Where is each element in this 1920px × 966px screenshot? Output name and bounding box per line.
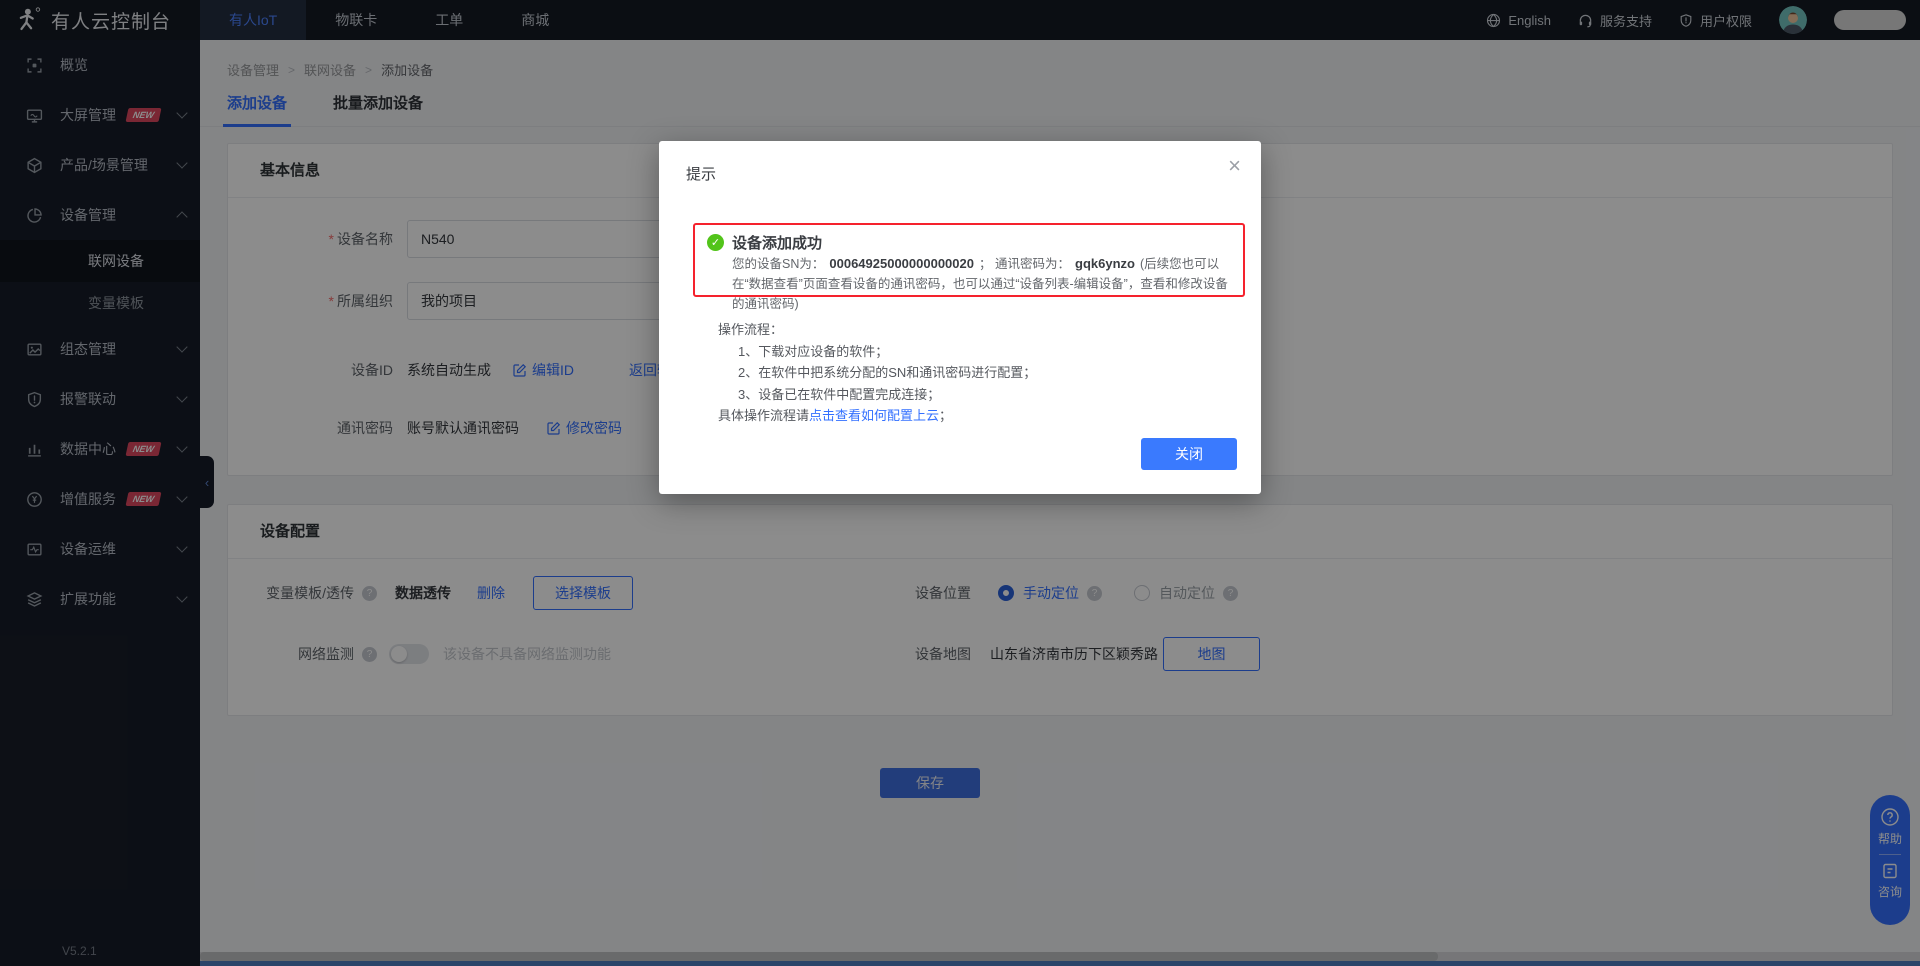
success-title: 设备添加成功	[732, 232, 822, 253]
check-circle-icon: ✓	[707, 234, 724, 251]
device-sn-value: 00064925000000000020	[829, 256, 974, 271]
success-dialog: 提示 × ✓ 设备添加成功 您的设备SN为：000649250000000000…	[659, 141, 1261, 494]
more-info-line: 具体操作流程请点击查看如何配置上云；	[718, 405, 1036, 427]
step-item: 3、设备已在软件中配置完成连接；	[718, 384, 1036, 406]
close-icon[interactable]: ×	[1228, 155, 1241, 177]
success-header: ✓ 设备添加成功	[707, 232, 1231, 253]
success-highlight-box: ✓ 设备添加成功 您的设备SN为：00064925000000000020； 通…	[693, 223, 1245, 297]
operation-steps: 操作流程： 1、下载对应设备的软件； 2、在软件中把系统分配的SN和通讯密码进行…	[718, 319, 1036, 427]
how-to-configure-link[interactable]: 点击查看如何配置上云	[809, 408, 939, 423]
dialog-title: 提示	[686, 163, 716, 184]
steps-title: 操作流程：	[718, 319, 1036, 341]
app-root: 有人云控制台 有人IoT 物联卡 工单 商城 English	[0, 0, 1920, 966]
comm-password-value: gqk6ynzo	[1075, 256, 1135, 271]
step-item: 2、在软件中把系统分配的SN和通讯密码进行配置；	[718, 362, 1036, 384]
success-detail-text: 您的设备SN为：00064925000000000020； 通讯密码为：gqk6…	[732, 254, 1232, 314]
step-item: 1、下载对应设备的软件；	[718, 341, 1036, 363]
dialog-close-button[interactable]: 关闭	[1141, 438, 1237, 470]
